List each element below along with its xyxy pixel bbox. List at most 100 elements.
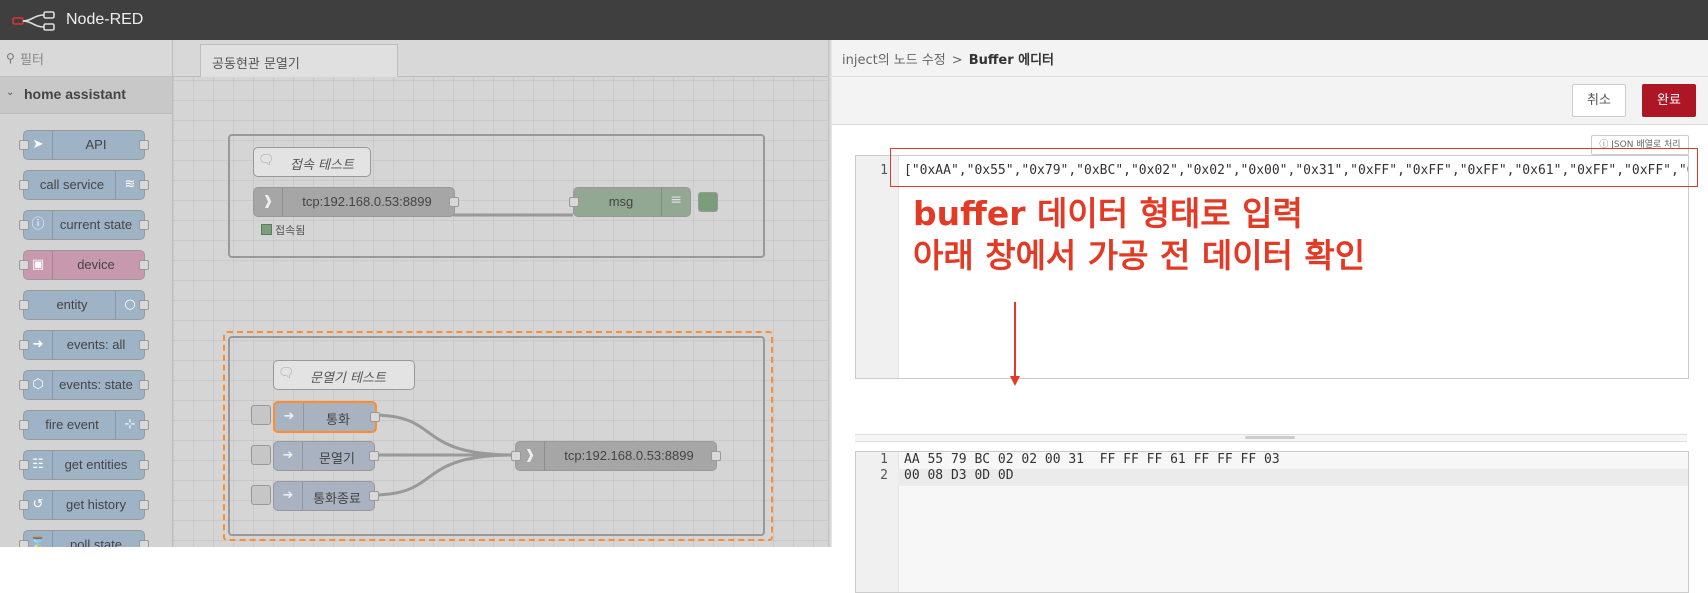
palette-search-input[interactable]: 필터	[20, 49, 44, 68]
comment-node[interactable]: 🗨 문열기 테스트	[273, 360, 415, 390]
output-port	[139, 460, 149, 470]
output-port	[139, 300, 149, 310]
palette-search[interactable]: ⚲ 필터	[0, 40, 172, 77]
output-port	[139, 540, 149, 547]
output-port[interactable]	[370, 412, 380, 422]
palette-node[interactable]: ⓘ current state	[19, 210, 149, 240]
input-port[interactable]	[511, 451, 521, 461]
output-port	[139, 180, 149, 190]
palette-node[interactable]: ⌛ poll state	[19, 530, 149, 547]
status-text: 접속됨	[275, 224, 306, 237]
breadcrumb: inject의 노드 수정 > Buffer 에디터	[842, 49, 1054, 68]
list-icon: ≡	[670, 192, 682, 208]
app-title: Node-RED	[66, 11, 144, 28]
output-port[interactable]	[369, 451, 379, 461]
line-number: 1	[880, 452, 888, 467]
palette-node-label: current state	[59, 217, 133, 232]
paper-plane-icon: ➤	[24, 131, 53, 159]
editor-splitter[interactable]	[855, 434, 1687, 442]
inject-node[interactable]: ➜ 통화종료	[273, 481, 379, 511]
output-port	[139, 140, 149, 150]
output-port	[139, 220, 149, 230]
annotation-highlight-box	[890, 148, 1698, 187]
palette-node[interactable]: ⊹ fire event	[19, 410, 149, 440]
palette-node-label: events: all	[66, 337, 126, 352]
comment-node[interactable]: 🗨 접속 테스트	[253, 147, 371, 177]
tray-toolbar: 취소 완료	[832, 77, 1708, 125]
info-icon: ⓘ	[24, 211, 53, 239]
palette-node-label: call service	[39, 177, 105, 192]
chevron-down-icon: ⌄	[6, 87, 15, 98]
cancel-button[interactable]: 취소	[1572, 84, 1626, 117]
done-button[interactable]: 완료	[1642, 84, 1696, 117]
palette-category-header[interactable]: ⌄ home assistant	[0, 77, 172, 114]
palette-category-label: home assistant	[24, 86, 126, 102]
palette-node[interactable]: ↺ get history	[19, 490, 149, 520]
tcp-out-label: tcp:192.168.0.53:8899	[564, 448, 694, 463]
inject-trigger-button[interactable]	[251, 445, 271, 465]
preview-line: AA 55 79 BC 02 02 00 31 FF FF FF 61 FF F…	[904, 452, 1280, 467]
output-port	[139, 420, 149, 430]
inject-label: 통화종료	[313, 491, 361, 506]
flow-canvas[interactable]: 공동현관 문열기 🗨 접속 테스트 ❱ tcp:192.168.0.53:889…	[173, 40, 828, 547]
palette-node-label: API	[85, 137, 107, 152]
palette-node[interactable]: ▣ device	[19, 250, 149, 280]
palette-node[interactable]: ≋ call service	[19, 170, 149, 200]
inject-node[interactable]: ➜ 통화	[273, 401, 380, 433]
palette-node-label: fire event	[45, 417, 99, 432]
palette-node-label: get history	[66, 497, 126, 512]
workspace: ⚲ 필터 ⌄ home assistant ➤ API ≋ call service ⓘ…	[0, 40, 828, 547]
output-port	[139, 380, 149, 390]
preview-line: 00 08 D3 0D 0D	[904, 468, 1014, 483]
palette-node-label: events: state	[59, 377, 133, 392]
arrow-right-icon: ➜	[275, 403, 304, 431]
output-port[interactable]	[711, 451, 721, 461]
inject-label: 통화	[326, 412, 350, 427]
palette-node[interactable]: ➜ events: all	[19, 330, 149, 360]
hexagon-icon: ⬡	[24, 371, 53, 399]
comment-label: 문열기 테스트	[310, 371, 386, 386]
editor-gutter: 1	[856, 156, 899, 378]
palette-node-label: entity	[56, 297, 88, 312]
timer-icon: ⌛	[24, 531, 53, 547]
palette-node[interactable]: ⬡ events: state	[19, 370, 149, 400]
inject-trigger-button[interactable]	[251, 485, 271, 505]
file-search-icon: ☷	[24, 451, 53, 479]
debug-node[interactable]: msg ≡	[569, 187, 718, 217]
breadcrumb-separator: >	[951, 53, 963, 68]
inject-trigger-button[interactable]	[251, 405, 271, 425]
speech-bubble-icon: 🗨	[258, 153, 275, 168]
node-palette: ⚲ 필터 ⌄ home assistant ➤ API ≋ call service ⓘ…	[0, 40, 173, 547]
palette-node-label: device	[77, 257, 115, 272]
node-status: 접속됨	[261, 222, 305, 238]
node-red-logo-icon	[12, 11, 55, 31]
palette-node[interactable]: ➤ API	[19, 130, 149, 160]
output-port	[139, 500, 149, 510]
annotation-line: 아래 창에서 가공 전 데이터 확인	[913, 236, 1366, 275]
output-port[interactable]	[449, 197, 459, 207]
input-port[interactable]	[569, 197, 579, 207]
tcp-in-node[interactable]: ❱ tcp:192.168.0.53:8899	[253, 187, 459, 217]
inject-node[interactable]: ➜ 문열기	[273, 441, 379, 471]
debug-toggle-button[interactable]	[698, 192, 718, 212]
wave-icon: ❱	[254, 188, 283, 216]
inject-label: 문열기	[319, 451, 355, 466]
output-port[interactable]	[369, 491, 379, 501]
arrow-right-icon: ➜	[274, 482, 303, 510]
breadcrumb-parent[interactable]: inject의 노드 수정	[842, 53, 946, 68]
comment-label: 접속 테스트	[290, 158, 354, 173]
output-port	[139, 340, 149, 350]
palette-node[interactable]: ○ entity	[19, 290, 149, 320]
active-line-highlight	[898, 469, 1688, 486]
palette-node[interactable]: ☷ get entities	[19, 450, 149, 480]
history-icon: ↺	[24, 491, 53, 519]
tcp-out-node[interactable]: ❱ tcp:192.168.0.53:8899	[511, 441, 721, 471]
cube-icon: ▣	[24, 251, 53, 279]
palette-node-label: poll state	[69, 537, 123, 547]
buffer-preview-panel: 1 2 AA 55 79 BC 02 02 00 31 FF FF FF 61 …	[855, 451, 1689, 593]
palette-node-label: get entities	[64, 457, 128, 472]
splitter-grip-icon[interactable]	[1245, 436, 1295, 439]
annotation-text: buffer 데이터 형태로 입력 아래 창에서 가공 전 데이터 확인	[913, 193, 1365, 277]
annotation-line: buffer 데이터 형태로 입력	[913, 194, 1303, 233]
line-number: 1	[880, 163, 888, 178]
